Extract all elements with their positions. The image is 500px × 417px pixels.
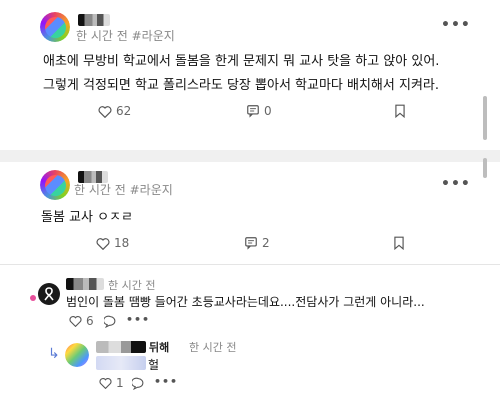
- comment-divider: [0, 264, 500, 265]
- comment-text: 범인이 돌봄 땜빵 들어간 초등교사라는데요....전담사가 그런게 아니라..…: [66, 295, 425, 309]
- like-count: 6: [86, 314, 94, 328]
- more-options-button[interactable]: •••: [441, 176, 471, 192]
- avatar[interactable]: [40, 170, 70, 200]
- reply-time: 한 시간 전: [189, 341, 237, 354]
- blurred-text: [96, 356, 146, 370]
- like-button[interactable]: 62: [98, 104, 131, 118]
- bookmark-button[interactable]: [392, 236, 406, 250]
- reply-like-button[interactable]: 1: [98, 376, 124, 390]
- reply-more-button[interactable]: •••: [154, 375, 178, 388]
- reply-author-suffix: 뒤해: [149, 341, 170, 354]
- avatar[interactable]: [65, 343, 89, 367]
- online-dot: [30, 295, 36, 301]
- comment-button[interactable]: 0: [246, 104, 272, 118]
- comment-icon: [244, 236, 258, 250]
- post-body: 돌봄 교사 ㅇㅈㄹ: [41, 210, 133, 225]
- post-time: 한 시간 전: [76, 29, 128, 43]
- board-tag[interactable]: #라운지: [130, 183, 173, 197]
- chat-bubble-icon: [131, 376, 145, 390]
- author-name-blurred[interactable]: [66, 278, 104, 290]
- comment-count: 0: [264, 104, 272, 118]
- scrollbar[interactable]: [483, 158, 487, 178]
- author-name-blurred[interactable]: [96, 341, 146, 353]
- comment-button[interactable]: 2: [244, 236, 270, 250]
- bookmark-icon: [393, 104, 407, 118]
- chat-bubble-icon: [103, 314, 117, 328]
- comment-count: 2: [262, 236, 270, 250]
- reply-arrow-icon: ↳: [48, 346, 60, 362]
- reply-button[interactable]: [103, 314, 117, 328]
- heart-icon: [96, 236, 110, 250]
- comment-more-button[interactable]: •••: [126, 313, 150, 326]
- bookmark-icon: [392, 236, 406, 250]
- heart-icon: [98, 104, 112, 118]
- feed-divider: [0, 150, 500, 162]
- avatar[interactable]: [40, 12, 70, 42]
- heart-icon: [68, 314, 82, 328]
- ribbon-icon: [44, 287, 54, 301]
- like-count: 62: [116, 104, 132, 118]
- reply-text: 헐: [148, 358, 160, 372]
- post-body-line-1: 애초에 무방비 학교에서 돌봄을 한게 문제지 뭐 교사 탓을 하고 앉아 있어…: [43, 54, 440, 69]
- comment-time: 한 시간 전: [108, 279, 156, 292]
- like-button[interactable]: 18: [96, 236, 129, 250]
- post-card-1: 한 시간 전 #라운지 ••• 애초에 무방비 학교에서 돌봄을 한게 문제지 …: [0, 0, 477, 150]
- heart-icon: [98, 376, 112, 390]
- post-actions-2: 18 2: [0, 230, 477, 258]
- more-options-button[interactable]: •••: [441, 17, 471, 33]
- board-tag[interactable]: #라운지: [132, 29, 175, 43]
- comment-icon: [246, 104, 260, 118]
- like-count: 1: [116, 376, 124, 390]
- post-meta: 한 시간 전 #라운지: [74, 181, 173, 198]
- like-count: 18: [114, 236, 130, 250]
- post-meta: 한 시간 전 #라운지: [76, 27, 175, 44]
- author-name-blurred[interactable]: [78, 14, 110, 26]
- post-time: 한 시간 전: [74, 183, 126, 197]
- scrollbar[interactable]: [483, 96, 487, 140]
- comment-like-button[interactable]: 6: [68, 314, 94, 328]
- reply-reply-button[interactable]: [131, 376, 145, 390]
- avatar[interactable]: [38, 283, 60, 305]
- bookmark-button[interactable]: [393, 104, 407, 118]
- post-body-line-2: 그렇게 걱정되면 학교 폴리스라도 당장 뽑아서 학교마다 배치해서 지켜라.: [43, 78, 439, 93]
